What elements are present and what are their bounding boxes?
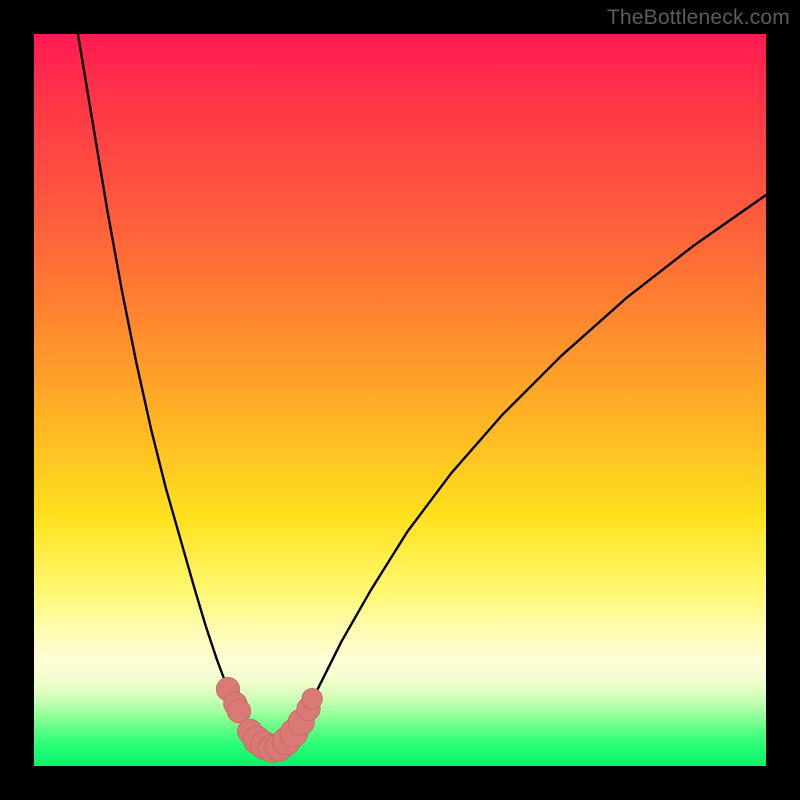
bottleneck-curve: [78, 34, 766, 748]
plot-area: [34, 34, 766, 766]
curve-markers: [216, 677, 322, 762]
curve-layer: [34, 34, 766, 766]
watermark-text: TheBottleneck.com: [607, 6, 790, 30]
chart-frame: TheBottleneck.com: [0, 0, 800, 800]
curve-marker: [302, 688, 323, 709]
